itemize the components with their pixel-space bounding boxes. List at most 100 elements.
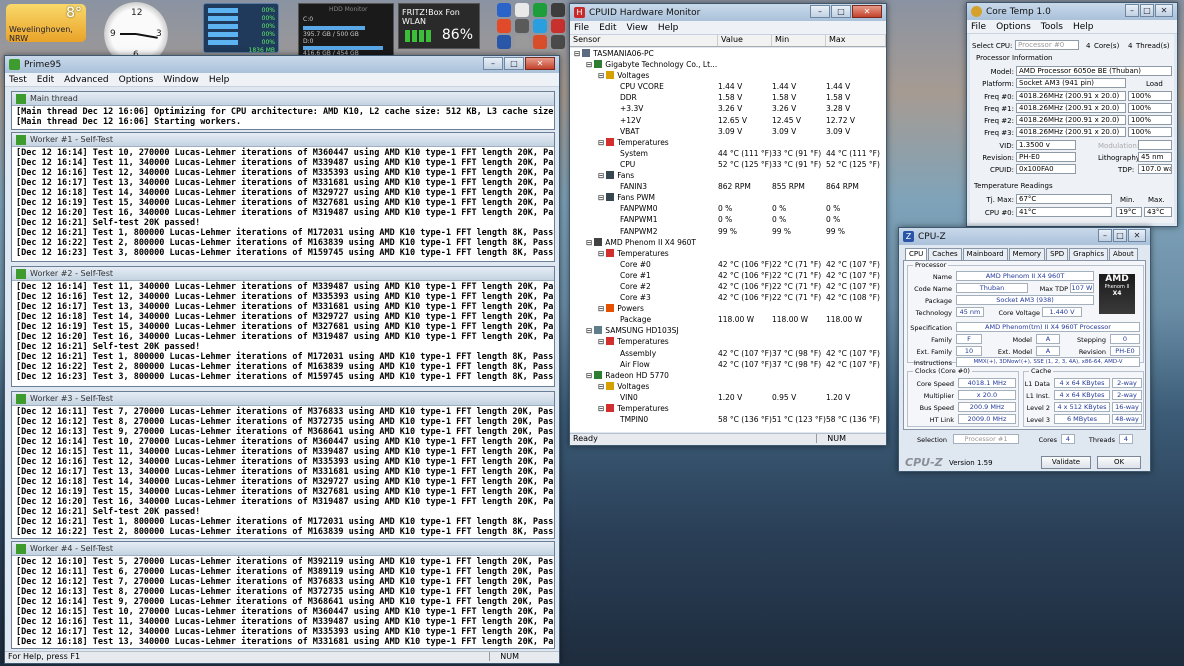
tree-expander-icon[interactable]: ⊟ xyxy=(598,193,604,202)
tab-mainboard[interactable]: Mainboard xyxy=(962,248,1008,260)
tree-expander-icon[interactable]: ⊟ xyxy=(586,326,592,335)
sensor-row[interactable]: Core #2 42 °C (106 °F) 22 °C (71 °F) 42 °C … xyxy=(570,281,886,292)
app-icon[interactable] xyxy=(497,35,511,49)
maximize-button[interactable]: □ xyxy=(1113,229,1127,242)
column-max[interactable]: Max xyxy=(826,35,886,46)
column-min[interactable]: Min xyxy=(772,35,826,46)
cpu-meter-gadget[interactable]: 00% 00% 00% 00% 00% 1836 MB xyxy=(203,3,279,54)
main-thread-pane[interactable]: Main thread [Main thread Dec 12 16:06] O… xyxy=(11,91,555,130)
sensor-row[interactable]: ⊟ Fans PWM xyxy=(570,192,886,203)
menu-view[interactable]: View xyxy=(627,23,648,33)
tab-cpu[interactable]: CPU xyxy=(905,248,928,260)
fritzbox-gadget[interactable]: FRITZ!Box Fon WLAN 86% xyxy=(398,3,480,49)
sensor-row[interactable]: Core #3 42 °C (106 °F) 22 °C (71 °F) 42 °C … xyxy=(570,292,886,303)
validate-button[interactable]: Validate xyxy=(1041,456,1091,469)
sensor-row[interactable]: ⊟ Voltages xyxy=(570,70,886,81)
app-icon[interactable] xyxy=(533,3,547,17)
app-icon[interactable] xyxy=(515,35,529,49)
app-icon[interactable] xyxy=(551,3,565,17)
tree-expander-icon[interactable]: ⊟ xyxy=(586,60,592,69)
tree-expander-icon[interactable]: ⊟ xyxy=(586,238,592,247)
sensor-row[interactable]: DDR 1.58 V 1.58 V 1.58 V xyxy=(570,92,886,103)
sensor-row[interactable]: +3.3V 3.26 V 3.26 V 3.28 V xyxy=(570,103,886,114)
menu-edit[interactable]: Edit xyxy=(37,75,54,85)
tree-expander-icon[interactable]: ⊟ xyxy=(598,171,604,180)
sensor-row[interactable]: FANPWM0 0 % 0 % 0 % xyxy=(570,203,886,214)
tab-about[interactable]: About xyxy=(1109,248,1138,260)
tree-expander-icon[interactable]: ⊟ xyxy=(598,382,604,391)
app-icon[interactable] xyxy=(533,35,547,49)
tree-expander-icon[interactable]: ⊟ xyxy=(598,337,604,346)
app-icon[interactable] xyxy=(497,3,511,17)
maximize-button[interactable]: □ xyxy=(504,57,524,70)
app-icon[interactable] xyxy=(497,19,511,33)
app-icon[interactable] xyxy=(551,35,565,49)
app-icon[interactable] xyxy=(515,19,529,33)
coretemp-titlebar[interactable]: Core Temp 1.0 – □ ✕ xyxy=(967,3,1177,20)
sensor-row[interactable]: ⊟ TASMANIA06-PC xyxy=(570,48,886,59)
sensor-row[interactable]: Core #1 42 °C (106 °F) 22 °C (71 °F) 42 °C … xyxy=(570,270,886,281)
app-icon[interactable] xyxy=(515,3,529,17)
worker-2-pane[interactable]: Worker #2 - Self-Test [Dec 12 16:14] Tes… xyxy=(11,266,555,387)
tab-graphics[interactable]: Graphics xyxy=(1069,248,1109,260)
minimize-button[interactable]: – xyxy=(483,57,503,70)
minimize-button[interactable]: – xyxy=(810,5,830,18)
menu-file[interactable]: File xyxy=(574,23,589,33)
select-cpu-dropdown[interactable]: Processor #0 xyxy=(1015,40,1079,50)
hdd-monitor-gadget[interactable]: HDD Monitor C:0 395.7 GB / 500 GB D:0 41… xyxy=(298,3,394,57)
minimize-button[interactable]: – xyxy=(1098,229,1112,242)
column-value[interactable]: Value xyxy=(718,35,772,46)
menu-options[interactable]: Options xyxy=(996,22,1031,32)
menu-help[interactable]: Help xyxy=(1073,22,1094,32)
sensor-tree[interactable]: ⊟ TASMANIA06-PC ⊟ Gigabyte Technology Co., … xyxy=(570,48,886,432)
close-button[interactable]: ✕ xyxy=(525,57,555,70)
menu-edit[interactable]: Edit xyxy=(599,23,616,33)
cpuz-window[interactable]: Z CPU-Z – □ ✕ CPU Caches Mainboard Memor… xyxy=(898,227,1151,472)
hwmonitor-window[interactable]: H CPUID Hardware Monitor – □ ✕ File Edit… xyxy=(569,3,887,446)
hwmonitor-titlebar[interactable]: H CPUID Hardware Monitor – □ ✕ xyxy=(570,4,886,21)
tree-expander-icon[interactable]: ⊟ xyxy=(598,304,604,313)
tab-caches[interactable]: Caches xyxy=(928,248,962,260)
sensor-row[interactable]: ⊟ SAMSUNG HD103SJ xyxy=(570,325,886,336)
sensor-row[interactable]: FANPWM2 99 % 99 % 99 % xyxy=(570,226,886,237)
sensor-row[interactable]: Assembly 42 °C (107 °F) 37 °C (98 °F) 42 °C… xyxy=(570,348,886,359)
worker-3-pane[interactable]: Worker #3 - Self-Test [Dec 12 16:11] Tes… xyxy=(11,391,555,539)
tree-expander-icon[interactable]: ⊟ xyxy=(598,404,604,413)
sensor-row[interactable]: ⊟ Fans xyxy=(570,170,886,181)
minimize-button[interactable]: – xyxy=(1125,4,1139,17)
weather-gadget[interactable]: 8° Wevelinghoven, NRW xyxy=(6,4,86,43)
skype-icon[interactable] xyxy=(533,19,547,33)
sensor-row[interactable]: ⊟ Temperatures xyxy=(570,248,886,259)
column-sensor[interactable]: Sensor xyxy=(570,35,718,46)
menu-file[interactable]: File xyxy=(971,22,986,32)
tab-spd[interactable]: SPD xyxy=(1046,248,1069,260)
sensor-row[interactable]: VIN0 1.20 V 0.95 V 1.20 V xyxy=(570,392,886,403)
menu-options[interactable]: Options xyxy=(119,75,154,85)
maximize-button[interactable]: □ xyxy=(831,5,851,18)
sensor-row[interactable]: TMPIN0 58 °C (136 °F) 51 °C (123 °F) 58 °C … xyxy=(570,414,886,425)
close-button[interactable]: ✕ xyxy=(1155,4,1173,17)
sensor-row[interactable]: VBAT 3.09 V 3.09 V 3.09 V xyxy=(570,126,886,137)
tree-expander-icon[interactable]: ⊟ xyxy=(574,49,580,58)
tree-expander-icon[interactable]: ⊟ xyxy=(598,138,604,147)
sensor-row[interactable]: ⊟ Powers xyxy=(570,303,886,314)
tree-expander-icon[interactable]: ⊟ xyxy=(598,249,604,258)
sensor-row[interactable]: CPU 52 °C (125 °F) 33 °C (91 °F) 52 °C (125… xyxy=(570,159,886,170)
sensor-row[interactable]: Air Flow 42 °C (107 °F) 37 °C (98 °F) 42 °C… xyxy=(570,359,886,370)
sensor-row[interactable]: +12V 12.65 V 12.45 V 12.72 V xyxy=(570,115,886,126)
worker-4-pane[interactable]: Worker #4 - Self-Test [Dec 12 16:10] Tes… xyxy=(11,541,555,649)
menu-help[interactable]: Help xyxy=(209,75,230,85)
worker-1-pane[interactable]: Worker #1 - Self-Test [Dec 12 16:14] Tes… xyxy=(11,132,555,262)
sensor-row[interactable]: ⊟ Temperatures xyxy=(570,403,886,414)
tree-expander-icon[interactable]: ⊟ xyxy=(598,71,604,80)
prime95-window[interactable]: Prime95 – □ ✕ Test Edit Advanced Options… xyxy=(4,55,560,664)
prime95-titlebar[interactable]: Prime95 – □ ✕ xyxy=(5,56,559,73)
sensor-row[interactable]: ⊟ Temperatures xyxy=(570,137,886,148)
sensor-row[interactable]: ⊟ Gigabyte Technology Co., Lt... xyxy=(570,59,886,70)
tab-memory[interactable]: Memory xyxy=(1008,248,1046,260)
menu-window[interactable]: Window xyxy=(163,75,199,85)
close-button[interactable]: ✕ xyxy=(852,5,882,18)
sensor-row[interactable]: Core #0 42 °C (106 °F) 22 °C (71 °F) 42 °C … xyxy=(570,259,886,270)
sensor-row[interactable]: ⊟ Radeon HD 5770 xyxy=(570,370,886,381)
sensor-row[interactable]: FANIN3 862 RPM 855 RPM 864 RPM xyxy=(570,181,886,192)
